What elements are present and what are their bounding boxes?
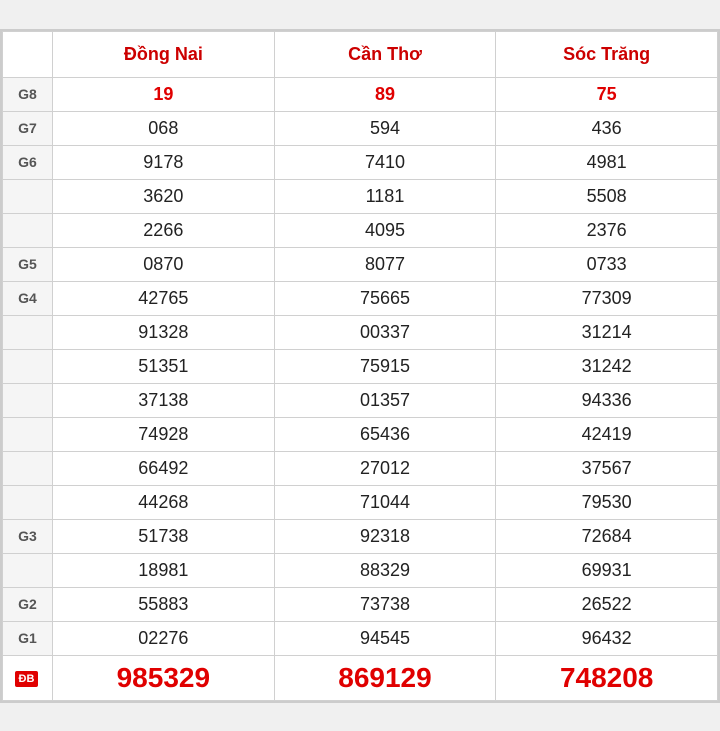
row-label-G4 [3,417,53,451]
special-value-2: 748208 [496,655,718,700]
row-label-G1: G1 [3,621,53,655]
table-row: 72684 [496,519,718,553]
table-row: 73738 [274,587,496,621]
table-row: 436 [496,111,718,145]
row-label-G4 [3,349,53,383]
table-row: 88329 [274,553,496,587]
table-row: 0870 [53,247,275,281]
table-row: 31242 [496,349,718,383]
table-row: 91328 [53,315,275,349]
row-label-G6 [3,213,53,247]
row-label-G4: G4 [3,281,53,315]
table-row: 02276 [53,621,275,655]
table-row: 51738 [53,519,275,553]
row-label-db: ĐB [3,655,53,700]
table-row: 19 [53,77,275,111]
table-row: 75915 [274,349,496,383]
table-row: 26522 [496,587,718,621]
table-row: 42419 [496,417,718,451]
row-label-G4 [3,485,53,519]
table-row: 1181 [274,179,496,213]
row-label-G7: G7 [3,111,53,145]
table-row: 37567 [496,451,718,485]
row-label-G6 [3,179,53,213]
table-row: 18981 [53,553,275,587]
table-row: 4981 [496,145,718,179]
col1-header: Đồng Nai [53,31,275,77]
table-row: 96432 [496,621,718,655]
table-row: 74928 [53,417,275,451]
table-row: 5508 [496,179,718,213]
empty-header [3,31,53,77]
table-row: 2376 [496,213,718,247]
row-label-G4 [3,383,53,417]
table-row: 2266 [53,213,275,247]
row-label-G6: G6 [3,145,53,179]
table-row: 3620 [53,179,275,213]
table-row: 71044 [274,485,496,519]
table-row: 8077 [274,247,496,281]
table-row: 594 [274,111,496,145]
table-row: 068 [53,111,275,145]
table-row: 75 [496,77,718,111]
table-row: 89 [274,77,496,111]
table-row: 66492 [53,451,275,485]
table-row: 44268 [53,485,275,519]
special-value-0: 985329 [53,655,275,700]
table-row: 69931 [496,553,718,587]
table-row: 7410 [274,145,496,179]
table-row: 94545 [274,621,496,655]
row-label-G3 [3,553,53,587]
lottery-table: Đồng Nai Cần Thơ Sóc Trăng G8198975 G7068… [0,29,720,703]
col3-header: Sóc Trăng [496,31,718,77]
table-row: 37138 [53,383,275,417]
table-row: 42765 [53,281,275,315]
table-row: 55883 [53,587,275,621]
row-label-G8: G8 [3,77,53,111]
table-row: 94336 [496,383,718,417]
table-row: 9178 [53,145,275,179]
col2-header: Cần Thơ [274,31,496,77]
table-row: 4095 [274,213,496,247]
table-row: 51351 [53,349,275,383]
row-label-G2: G2 [3,587,53,621]
special-value-1: 869129 [274,655,496,700]
table-row: 27012 [274,451,496,485]
table-row: 01357 [274,383,496,417]
table-row: 75665 [274,281,496,315]
row-label-G4 [3,315,53,349]
row-label-G3: G3 [3,519,53,553]
table-row: 77309 [496,281,718,315]
table-row: 65436 [274,417,496,451]
table-row: 00337 [274,315,496,349]
row-label-G4 [3,451,53,485]
table-row: 31214 [496,315,718,349]
table-row: 79530 [496,485,718,519]
table-row: 0733 [496,247,718,281]
table-row: 92318 [274,519,496,553]
row-label-G5: G5 [3,247,53,281]
